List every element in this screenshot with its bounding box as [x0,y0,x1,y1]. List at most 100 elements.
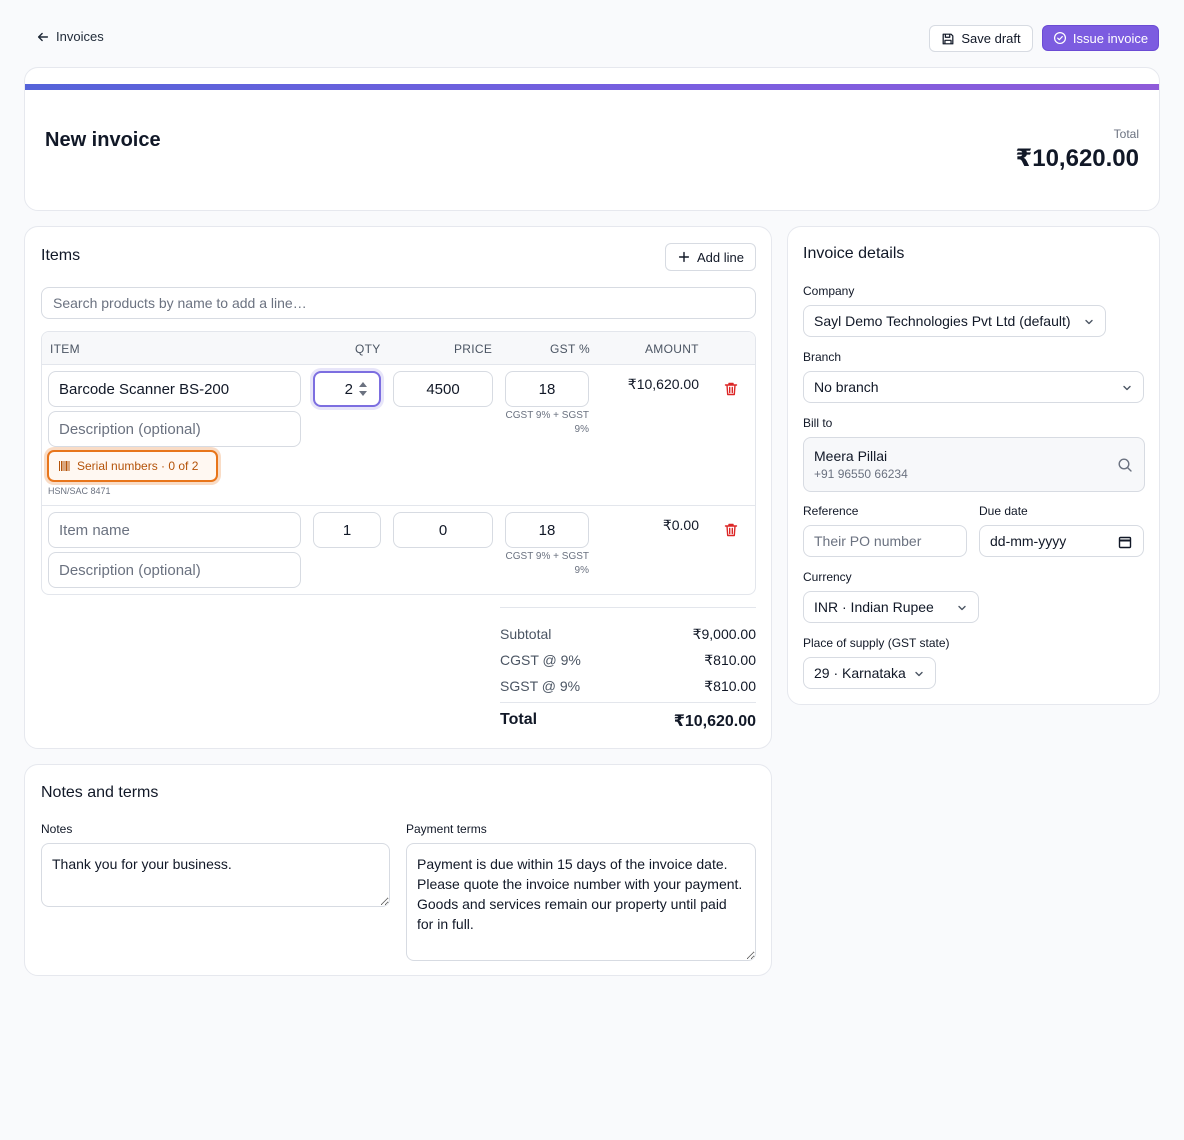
column-header-qty: QTY [355,342,381,356]
grand-total-value: ₹10,620.00 [673,713,756,730]
delete-line-icon[interactable] [723,381,739,397]
line-item-row: CGST 9% + SGST 9% ₹0.00 [42,506,755,594]
subtotal-value: ₹9,000.00 [692,626,756,642]
branch-select[interactable]: No branch [803,371,1144,403]
delete-line-icon[interactable] [723,522,739,538]
subtotal-label: Subtotal [500,626,552,642]
serial-numbers-label: Serial numbers · 0 of 2 [77,459,199,473]
item-description-input[interactable] [48,411,301,447]
bill-to-label: Bill to [803,416,833,430]
subtotal-row: Subtotal ₹9,000.00 [500,626,756,642]
header-total-label: Total [1113,127,1139,141]
item-description-input[interactable] [48,552,301,588]
company-select[interactable]: Sayl Demo Technologies Pvt Ltd (default) [803,305,1106,337]
save-draft-label: Save draft [961,31,1021,46]
top-bar: Invoices Save draft Issue invoice [0,0,1184,70]
reference-input[interactable] [803,525,967,557]
company-selected-value: Sayl Demo Technologies Pvt Ltd (default) [814,313,1071,329]
totals-divider [500,607,756,608]
reference-label: Reference [803,504,859,518]
line-item-row: CGST 9% + SGST 9% ₹10,620.00 Serial numb… [42,365,755,506]
place-of-supply-selected-value: 29 · Karnataka [814,665,906,681]
header-total-value: ₹10,620.00 [1015,145,1139,172]
header-accent-bar [25,84,1159,90]
serial-numbers-button[interactable]: Serial numbers · 0 of 2 [47,450,218,482]
plus-icon [678,251,690,263]
back-link-label: Invoices [56,29,104,44]
invoice-details-title: Invoice details [803,245,905,262]
customer-phone: +91 96550 66234 [814,467,908,481]
notes-title: Notes and terms [41,784,159,801]
add-line-label: Add line [697,249,744,265]
items-card: Items Add line ITEM QTY PRICE GST % AMOU… [24,226,772,749]
barcode-icon [59,461,70,471]
price-input[interactable] [393,371,493,407]
hsn-code: HSN/SAC 8471 [48,486,111,496]
branch-label: Branch [803,350,842,364]
gst-input[interactable] [505,512,589,548]
price-input[interactable] [393,512,493,548]
calendar-icon[interactable] [1118,535,1132,549]
page-title: New invoice [45,129,161,151]
invoice-header-card: New invoice Total ₹10,620.00 [24,67,1160,211]
branch-selected-value: No branch [814,379,879,395]
items-title: Items [41,247,81,264]
search-icon[interactable] [1117,457,1133,473]
table-header: ITEM QTY PRICE GST % AMOUNT [42,332,755,365]
due-date-label: Due date [979,504,1028,518]
notes-textarea[interactable]: Thank you for your business. [41,843,390,907]
company-label: Company [803,284,855,298]
column-header-gst: GST % [550,342,590,356]
line-amount: ₹10,620.00 [627,376,699,392]
item-name-input[interactable] [48,371,301,407]
grand-total-label: Total [500,711,538,728]
column-header-price: PRICE [454,342,493,356]
quantity-stepper-icon[interactable] [358,379,368,399]
line-items-table: ITEM QTY PRICE GST % AMOUNT CGST 9% + SG… [41,331,756,595]
arrow-left-icon [37,32,49,41]
line-amount: ₹0.00 [662,517,699,533]
column-header-amount: AMOUNT [645,342,699,356]
notes-label: Notes [41,822,73,836]
save-draft-button[interactable]: Save draft [929,25,1033,52]
back-to-invoices-link[interactable]: Invoices [36,29,104,44]
gst-breakdown-note: CGST 9% + SGST 9% [505,551,589,576]
notes-and-terms-card: Notes and terms Notes Thank you for your… [24,764,772,976]
chevron-down-icon [1085,319,1093,325]
check-circle-icon [1053,31,1066,45]
cgst-label: CGST @ 9% [500,652,581,668]
gst-input[interactable] [505,371,589,407]
currency-selected-value: INR · Indian Rupee [814,599,934,615]
currency-select[interactable]: INR · Indian Rupee [803,591,979,623]
place-of-supply-select[interactable]: 29 · Karnataka [803,657,936,689]
chevron-down-icon [1123,385,1131,391]
due-date-placeholder: dd-mm-yyyy [990,533,1067,549]
gst-breakdown-note: CGST 9% + SGST 9% [505,410,589,435]
currency-label: Currency [803,570,852,584]
quantity-input[interactable] [313,512,381,548]
chevron-down-icon [915,671,923,677]
payment-terms-textarea[interactable]: Payment is due within 15 days of the inv… [406,843,756,961]
payment-terms-label: Payment terms [406,822,487,836]
sgst-label: SGST @ 9% [500,678,581,694]
issue-invoice-label: Issue invoice [1072,30,1149,46]
product-search-input[interactable] [41,287,756,319]
cgst-value: ₹810.00 [704,652,756,668]
column-header-item: ITEM [50,342,80,356]
due-date-input[interactable]: dd-mm-yyyy [979,525,1144,557]
customer-name: Meera Pillai [814,448,888,464]
total-divider [500,702,756,703]
quantity-input[interactable] [313,371,381,407]
add-line-button[interactable]: Add line [665,243,756,271]
place-of-supply-label: Place of supply (GST state) [803,636,950,650]
issue-invoice-button[interactable]: Issue invoice [1042,25,1159,51]
cgst-row: CGST @ 9% ₹810.00 [500,652,756,668]
chevron-down-icon [958,605,966,611]
sgst-row: SGST @ 9% ₹810.00 [500,678,756,694]
save-icon [942,33,954,44]
grand-total-row: Total ₹10,620.00 [500,711,756,730]
sgst-value: ₹810.00 [704,678,756,694]
invoice-details-card: Invoice details Company Sayl Demo Techno… [787,226,1160,705]
bill-to-customer-picker[interactable]: Meera Pillai +91 96550 66234 [803,437,1145,492]
item-name-input[interactable] [48,512,301,548]
